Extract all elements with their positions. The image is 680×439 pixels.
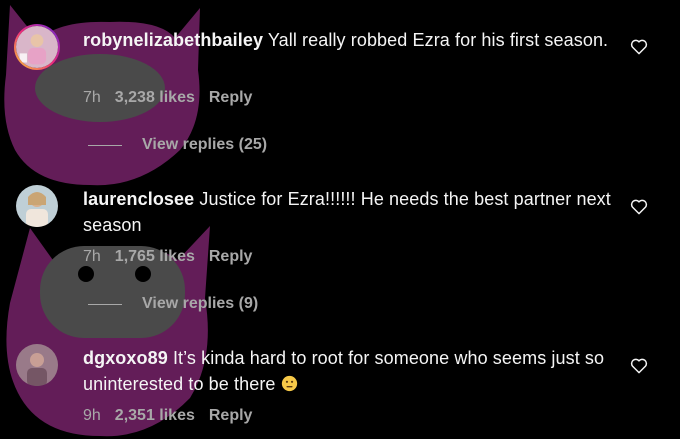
comment-body: robynelizabethbailey Yall really robbed …: [83, 27, 623, 53]
comment-time: 9h: [83, 407, 101, 424]
avatar[interactable]: [16, 185, 58, 227]
heart-outline-icon[interactable]: [630, 198, 648, 215]
view-replies-label: View replies (25): [142, 136, 268, 153]
comment-time: 7h: [83, 248, 101, 265]
comment-body: dgxoxo89 It’s kinda hard to root for som…: [83, 345, 623, 397]
view-replies-button[interactable]: View replies (9): [88, 295, 258, 313]
comment-meta: 7h 1,765 likes Reply: [83, 248, 252, 266]
view-replies-button[interactable]: View replies (25): [88, 136, 267, 154]
heart-outline-icon[interactable]: [630, 357, 648, 374]
reply-button[interactable]: Reply: [209, 248, 253, 266]
comment-meta: 7h 3,238 likes Reply: [83, 89, 252, 107]
comment-body: laurenclosee Justice for Ezra!!!!!! He n…: [83, 186, 623, 238]
neutral-face-emoji: [281, 375, 297, 392]
replies-divider: [88, 144, 122, 146]
heart-outline-icon[interactable]: [630, 38, 648, 55]
avatar[interactable]: [16, 344, 58, 386]
comment-time: 7h: [83, 89, 101, 106]
comment-username[interactable]: robynelizabethbailey: [83, 30, 263, 50]
avatar[interactable]: [14, 24, 60, 70]
comment-likes[interactable]: 3,238 likes: [115, 89, 195, 107]
comment-text: Yall really robbed Ezra for his first se…: [267, 30, 609, 50]
comment-username[interactable]: laurenclosee: [83, 189, 194, 209]
reply-button[interactable]: Reply: [209, 89, 253, 107]
overlay-sticker-bottom: [6, 226, 210, 437]
comment-likes[interactable]: 1,765 likes: [115, 248, 195, 266]
replies-divider: [88, 303, 122, 305]
view-replies-label: View replies (9): [142, 295, 259, 312]
reply-button[interactable]: Reply: [209, 407, 253, 425]
comment-meta: 9h 2,351 likes Reply: [83, 407, 252, 425]
comment-username[interactable]: dgxoxo89: [83, 348, 168, 368]
comment-likes[interactable]: 2,351 likes: [115, 407, 195, 425]
